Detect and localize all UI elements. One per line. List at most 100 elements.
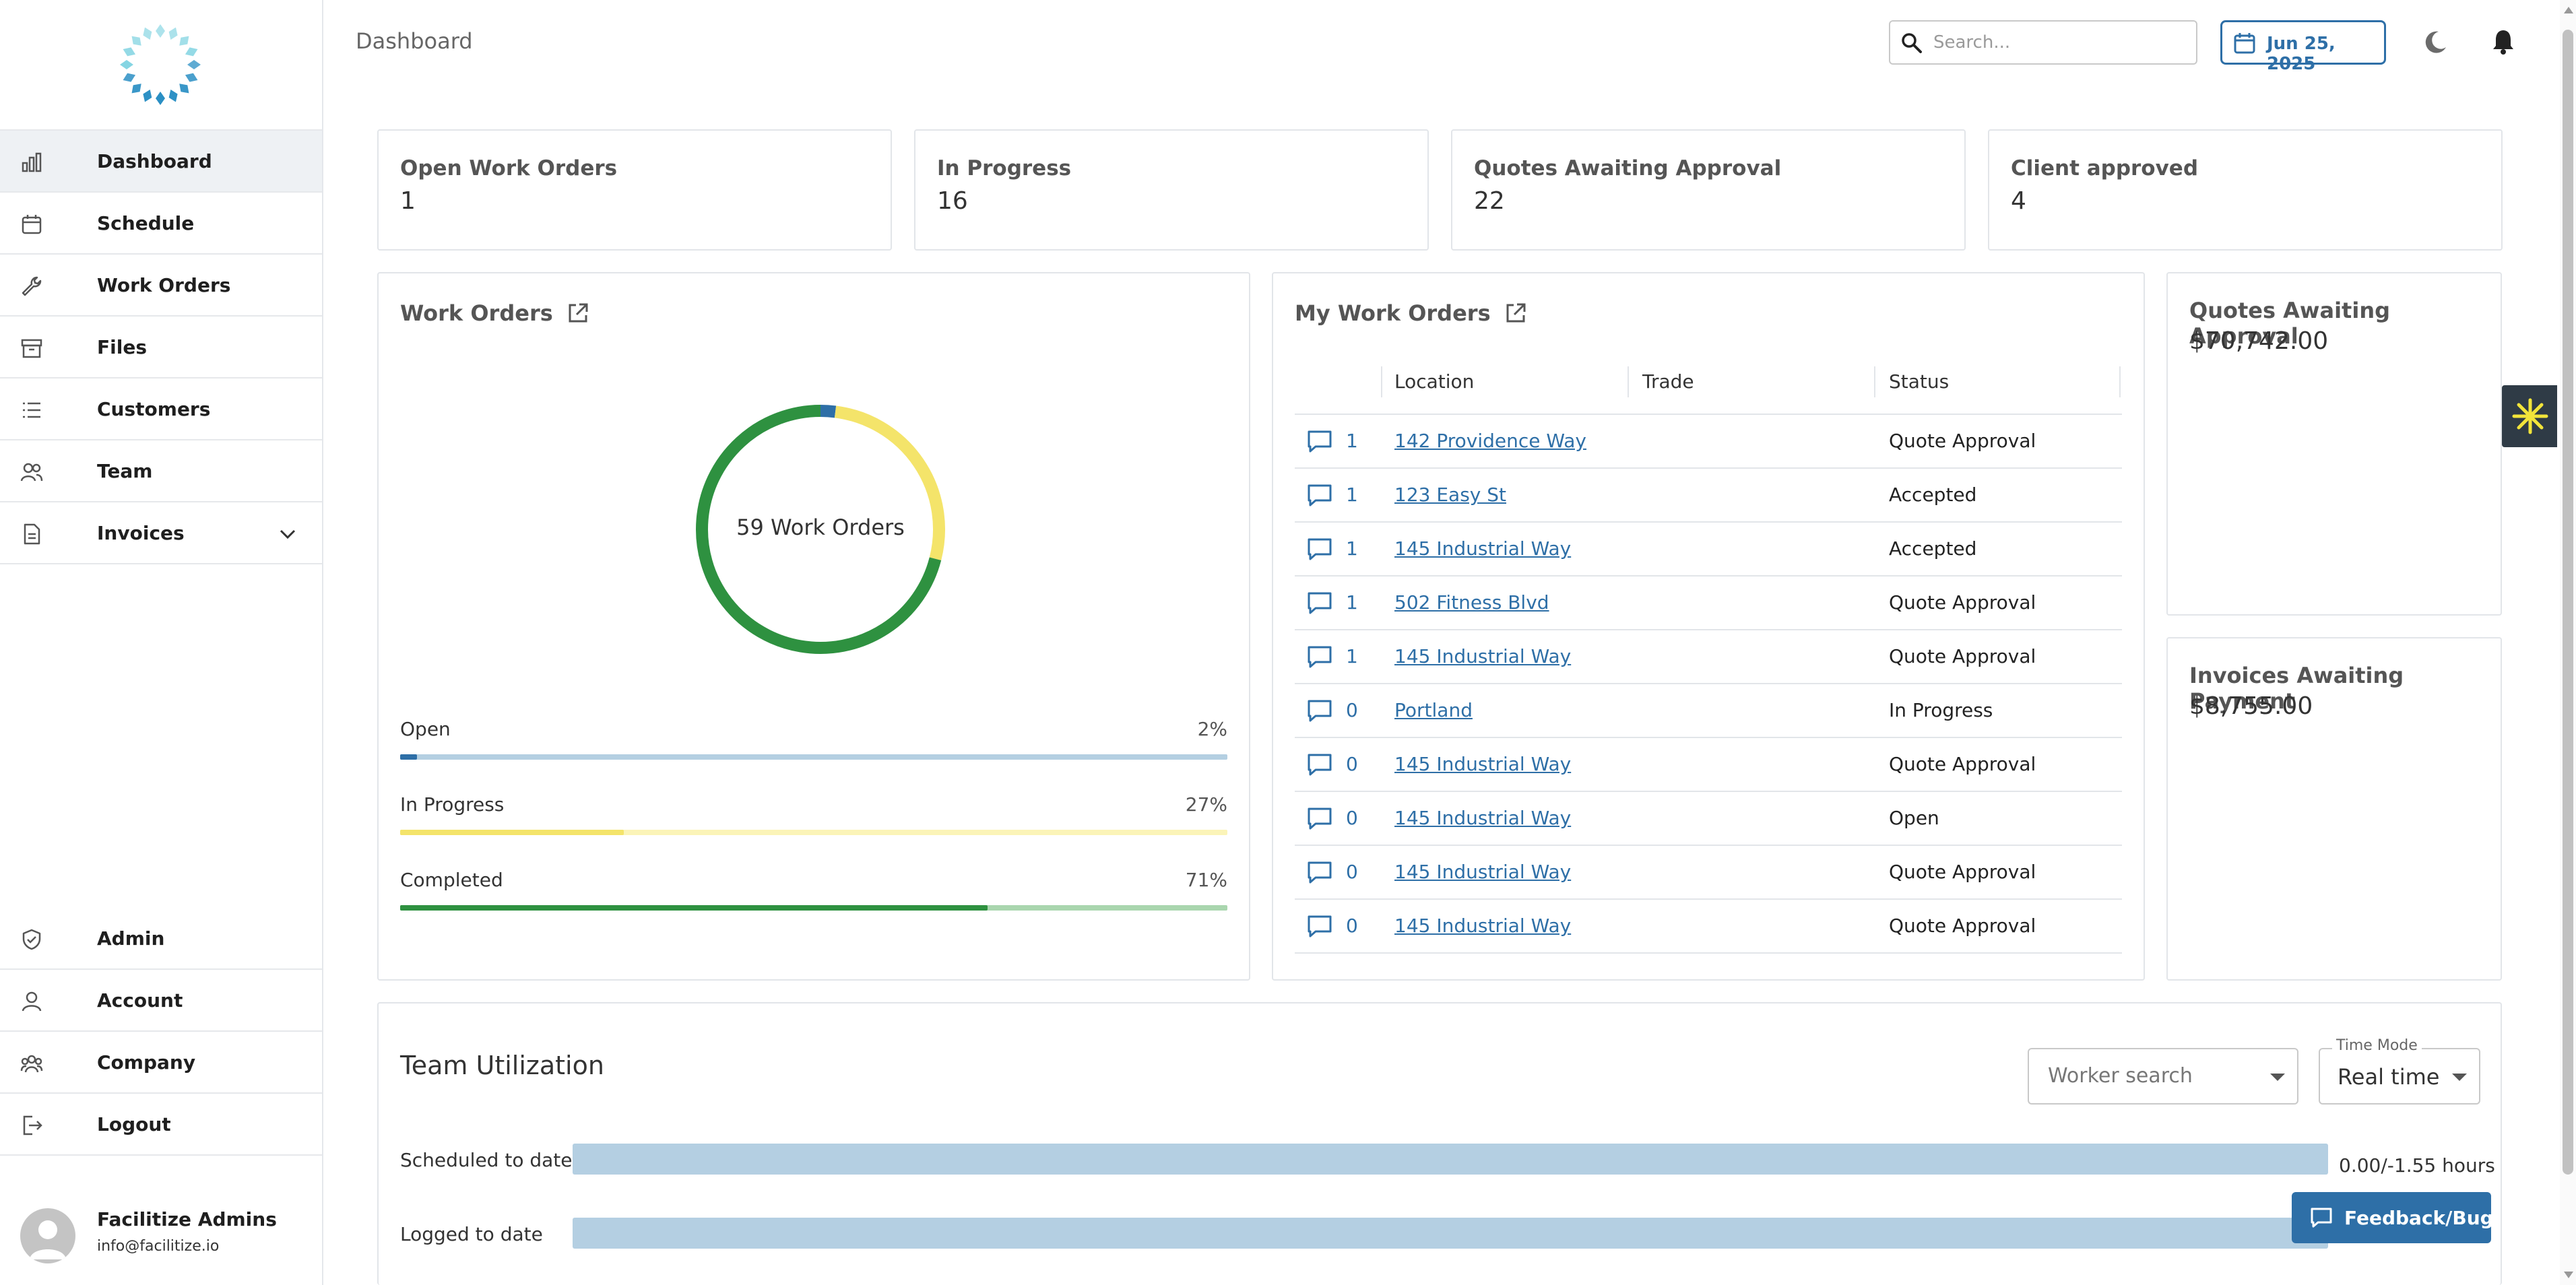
search-box[interactable] — [1889, 20, 2197, 65]
sidebar-item-schedule[interactable]: Schedule — [0, 193, 322, 255]
table-row[interactable]: 1 123 Easy St Accepted — [1295, 469, 2122, 523]
page-scrollbar[interactable] — [2560, 0, 2576, 1285]
table-row[interactable]: 1 145 Industrial Way Quote Approval — [1295, 630, 2122, 684]
stat-label: Client approved — [2011, 156, 2199, 180]
stat-card-in-progress[interactable]: In Progress 16 — [914, 129, 1429, 251]
stat-label: In Progress — [937, 156, 1072, 180]
location-link[interactable]: 145 Industrial Way — [1394, 645, 1571, 667]
location-link[interactable]: 145 Industrial Way — [1394, 915, 1571, 937]
users-icon — [20, 463, 43, 482]
stat-card-quotes-awaiting-approval[interactable]: Quotes Awaiting Approval 22 — [1451, 129, 1966, 251]
moon-icon[interactable] — [2422, 30, 2448, 55]
work-orders-title-text: Work Orders — [400, 300, 553, 326]
ring-logo-icon[interactable] — [116, 20, 205, 109]
message-count: 1 — [1346, 645, 1358, 667]
calendar-icon — [22, 215, 42, 234]
stat-value: 16 — [937, 187, 968, 215]
external-link-icon[interactable] — [1504, 302, 1527, 325]
chat-bubble-icon[interactable] — [1307, 430, 1332, 454]
logo-segment — [123, 47, 136, 57]
scroll-down-arrow-icon[interactable] — [2564, 1272, 2573, 1278]
location-link[interactable]: 145 Industrial Way — [1394, 807, 1571, 829]
scroll-up-arrow-icon[interactable] — [2564, 7, 2573, 13]
feedback-button[interactable]: Feedback/Bug — [2292, 1192, 2494, 1243]
table-row[interactable]: 1 145 Industrial Way Accepted — [1295, 523, 2122, 576]
location-link[interactable]: 123 Easy St — [1394, 484, 1506, 506]
column-divider — [1628, 366, 1629, 397]
stat-card-open-work-orders[interactable]: Open Work Orders 1 — [377, 129, 892, 251]
wrench-icon — [22, 276, 42, 296]
work-orders-title: Work Orders — [400, 300, 589, 326]
feedback-label: Feedback/Bug — [2344, 1207, 2494, 1229]
date-picker-button[interactable]: Jun 25, 2025 — [2220, 20, 2386, 74]
sidebar-item-label: Team — [97, 459, 153, 482]
table-row[interactable]: 0 145 Industrial Way Open — [1295, 792, 2122, 846]
stat-card-client-approved[interactable]: Client approved 4 — [1988, 129, 2503, 251]
progress-track — [400, 905, 1227, 911]
chat-bubble-icon[interactable] — [1307, 537, 1332, 562]
external-link-icon[interactable] — [567, 302, 589, 325]
scheduled-hours-value: 0.00/-1.55 hours — [2339, 1154, 2495, 1177]
worker-search-select[interactable]: Worker search — [2028, 1048, 2298, 1105]
shield-icon — [22, 929, 41, 950]
chat-bubble-icon[interactable] — [1307, 591, 1332, 616]
logo-segment — [185, 73, 198, 82]
team-utilization-card: Team Utilization Worker search Time Mode… — [377, 1002, 2502, 1285]
sidebar-item-dashboard[interactable]: Dashboard — [0, 131, 322, 193]
sidebar-item-account[interactable]: Account — [0, 970, 322, 1032]
logged-progress-bar — [573, 1218, 2328, 1249]
chat-bubble-icon[interactable] — [1307, 753, 1332, 777]
location-link[interactable]: 502 Fitness Blvd — [1394, 591, 1549, 614]
sidebar-item-work-orders[interactable]: Work Orders — [0, 255, 322, 317]
location-link[interactable]: Portland — [1394, 699, 1473, 721]
assistant-tab[interactable] — [2502, 385, 2557, 447]
table-row[interactable]: 1 502 Fitness Blvd Quote Approval — [1295, 576, 2122, 630]
column-header-status[interactable]: Status — [1889, 370, 1949, 393]
time-mode-label: Time Mode — [2332, 1037, 2422, 1054]
stat-value: 22 — [1474, 187, 1505, 215]
table-row[interactable]: 0 145 Industrial Way Quote Approval — [1295, 846, 2122, 900]
scheduled-to-date-label: Scheduled to date — [400, 1149, 573, 1171]
message-count: 0 — [1346, 753, 1358, 775]
stat-label: Quotes Awaiting Approval — [1474, 156, 1782, 180]
invoices-amount-card[interactable]: Invoices Awaiting Payment $8,755.00 — [2166, 637, 2502, 981]
sidebar-item-team[interactable]: Team — [0, 440, 322, 502]
chat-bubble-icon[interactable] — [1307, 915, 1332, 939]
search-input[interactable] — [1933, 26, 2189, 59]
status-percent: 2% — [1197, 718, 1227, 740]
location-link[interactable]: 145 Industrial Way — [1394, 537, 1571, 560]
stat-label: Open Work Orders — [400, 156, 618, 180]
user-profile[interactable]: Facilitize Admins info@facilitize.io — [0, 1191, 322, 1285]
sidebar-item-invoices[interactable]: Invoices — [0, 502, 322, 564]
bell-icon[interactable] — [2491, 28, 2515, 55]
sidebar-item-customers[interactable]: Customers — [0, 378, 322, 440]
sidebar-item-logout[interactable]: Logout — [0, 1094, 322, 1156]
sidebar-item-files[interactable]: Files — [0, 317, 322, 378]
location-link[interactable]: 145 Industrial Way — [1394, 753, 1571, 775]
logo-segment — [143, 89, 152, 102]
location-link[interactable]: 142 Providence Way — [1394, 430, 1586, 452]
table-row[interactable]: 0 145 Industrial Way Quote Approval — [1295, 900, 2122, 954]
scroll-thumb[interactable] — [2563, 30, 2573, 1175]
time-mode-select[interactable]: Time Mode Real time — [2319, 1037, 2480, 1105]
quotes-amount-value: $70,742.00 — [2189, 327, 2329, 355]
chat-bubble-icon[interactable] — [1307, 484, 1332, 508]
column-header-trade[interactable]: Trade — [1642, 370, 1694, 393]
logged-to-date-label: Logged to date — [400, 1223, 543, 1245]
column-divider — [2119, 366, 2121, 397]
table-row[interactable]: 0 Portland In Progress — [1295, 684, 2122, 738]
chat-bubble-icon[interactable] — [1307, 861, 1332, 885]
chat-bubble-icon[interactable] — [1307, 807, 1332, 831]
table-row[interactable]: 0 145 Industrial Way Quote Approval — [1295, 738, 2122, 792]
table-row[interactable]: 1 142 Providence Way Quote Approval — [1295, 415, 2122, 469]
chat-bubble-icon[interactable] — [1307, 645, 1332, 669]
quotes-amount-card[interactable]: Quotes Awaiting Approval $70,742.00 — [2166, 272, 2502, 616]
message-count: 1 — [1346, 484, 1358, 506]
chevron-down-icon[interactable] — [278, 524, 298, 544]
sidebar-item-admin[interactable]: Admin — [0, 908, 322, 970]
column-header-location[interactable]: Location — [1394, 370, 1474, 393]
sidebar-item-company[interactable]: Company — [0, 1032, 322, 1094]
location-link[interactable]: 145 Industrial Way — [1394, 861, 1571, 883]
work-orders-card: Work Orders 59 Work Orders Open 2% In Prog… — [377, 272, 1250, 981]
chat-bubble-icon[interactable] — [1307, 699, 1332, 723]
